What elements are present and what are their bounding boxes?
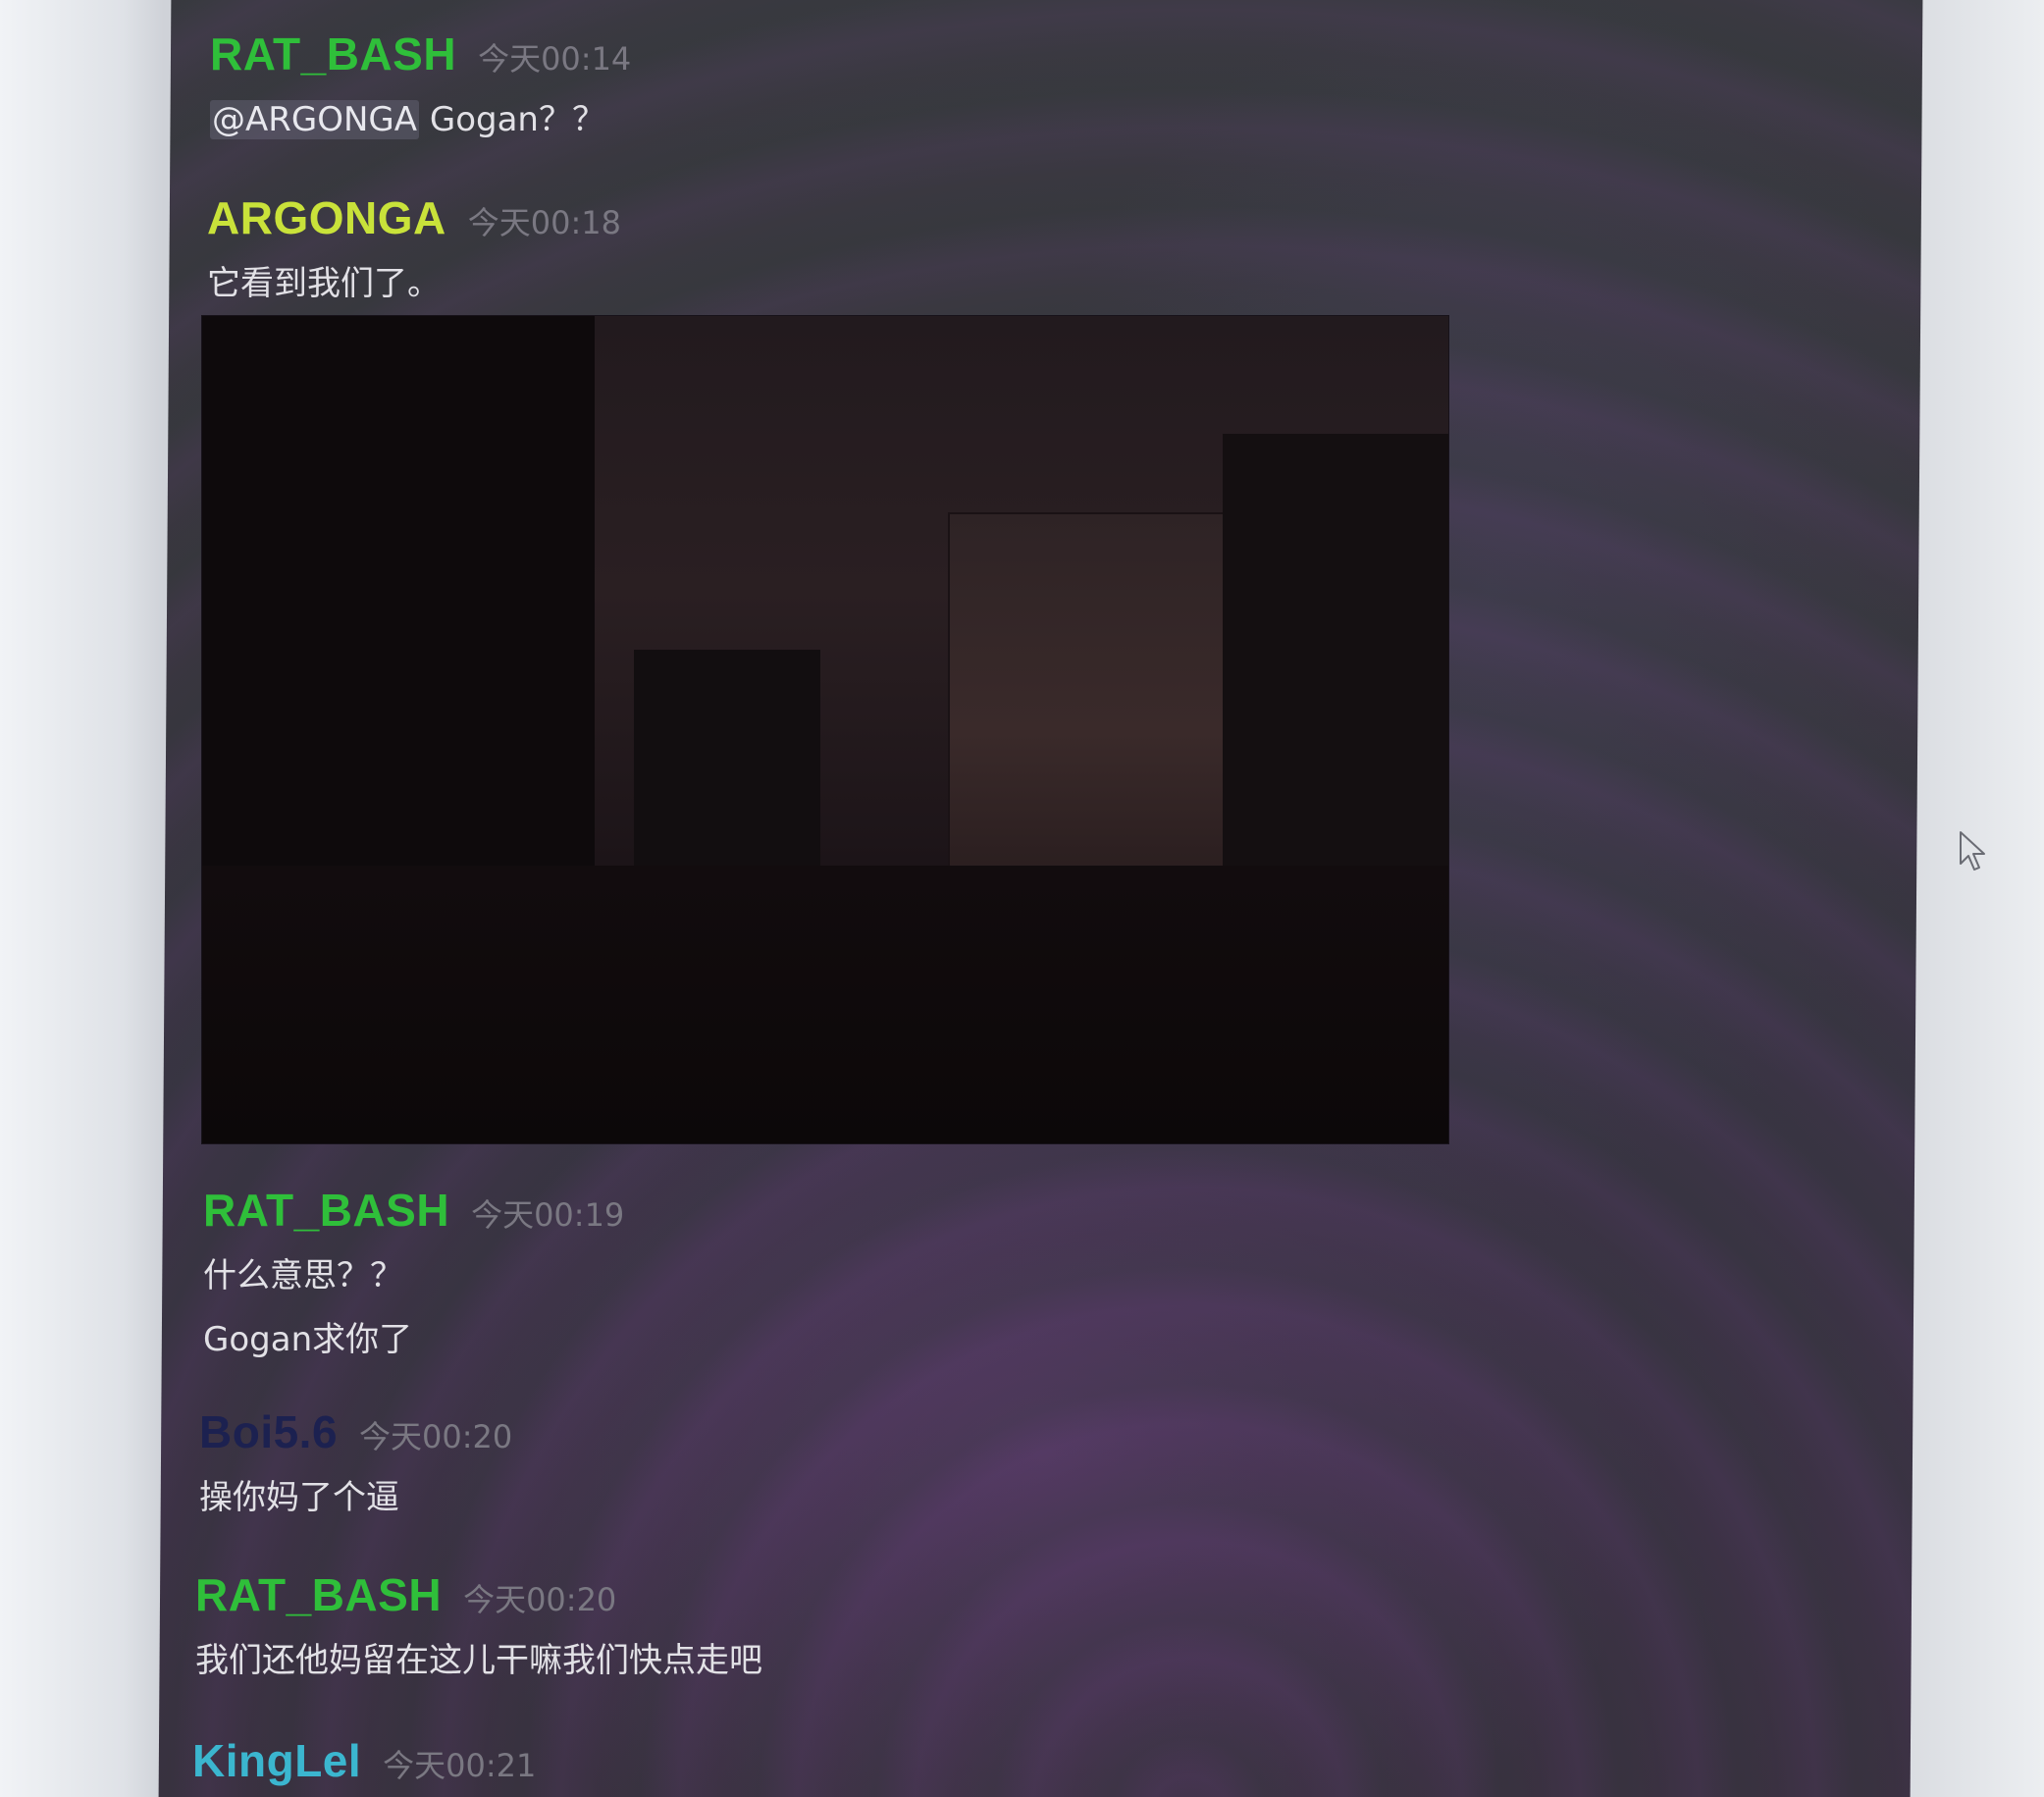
username[interactable]: Boi5.6 bbox=[199, 1405, 338, 1458]
message-header: Boi5.6 今天00:20 bbox=[199, 1405, 512, 1458]
message-text-content: Gogan？？ bbox=[429, 100, 605, 139]
message-text: @ARGONGA Gogan？？ bbox=[210, 92, 631, 140]
image-content bbox=[948, 512, 1227, 879]
chat-message: RAT_BASH 今天00:19 什么意思？？ Gogan求你了 bbox=[203, 1184, 624, 1360]
chat-message: RAT_BASH 今天00:20 我们还他妈留在这儿干嘛我们快点走吧 bbox=[195, 1568, 762, 1681]
message-timestamp: 今天00:14 bbox=[478, 40, 632, 78]
message-text: 我们还他妈留在这儿干嘛我们快点走吧 bbox=[195, 1641, 762, 1680]
message-timestamp: 今天00:20 bbox=[359, 1418, 513, 1455]
message-timestamp: 今天00:21 bbox=[383, 1747, 537, 1784]
message-header: RAT_BASH 今天00:14 bbox=[210, 27, 631, 80]
mouse-pointer-icon bbox=[1960, 831, 1985, 871]
username[interactable]: RAT_BASH bbox=[195, 1568, 442, 1621]
chat-message: KingLel 今天00:21 bbox=[192, 1734, 536, 1787]
message-header: RAT_BASH 今天00:19 bbox=[203, 1184, 624, 1237]
chat-message: RAT_BASH 今天00:14 @ARGONGA Gogan？？ bbox=[210, 27, 631, 140]
message-timestamp: 今天00:20 bbox=[463, 1581, 617, 1618]
message-header: KingLel 今天00:21 bbox=[192, 1734, 536, 1787]
image-attachment[interactable] bbox=[201, 315, 1449, 1144]
message-header: RAT_BASH 今天00:20 bbox=[195, 1568, 762, 1621]
message-timestamp: 今天00:18 bbox=[467, 204, 621, 241]
message-text: 什么意思？？ bbox=[203, 1256, 403, 1295]
user-mention[interactable]: @ARGONGA bbox=[210, 100, 420, 139]
message-text: 操你妈了个逼 bbox=[199, 1478, 399, 1517]
screen: RAT_BASH 今天00:14 @ARGONGA Gogan？？ ARGONG… bbox=[0, 0, 2044, 1797]
username[interactable]: ARGONGA bbox=[207, 191, 446, 244]
message-text: 它看到我们了。 bbox=[207, 264, 441, 303]
chat-message: ARGONGA 今天00:18 它看到我们了。 bbox=[207, 191, 621, 304]
chat-message: Boi5.6 今天00:20 操你妈了个逼 bbox=[199, 1405, 512, 1518]
message-text: Gogan求你了 bbox=[203, 1320, 413, 1359]
username[interactable]: KingLel bbox=[192, 1734, 361, 1787]
image-content bbox=[202, 866, 1448, 1143]
message-timestamp: 今天00:19 bbox=[471, 1196, 625, 1234]
username[interactable]: RAT_BASH bbox=[203, 1184, 449, 1237]
message-header: ARGONGA 今天00:18 bbox=[207, 191, 621, 244]
username[interactable]: RAT_BASH bbox=[210, 27, 456, 80]
